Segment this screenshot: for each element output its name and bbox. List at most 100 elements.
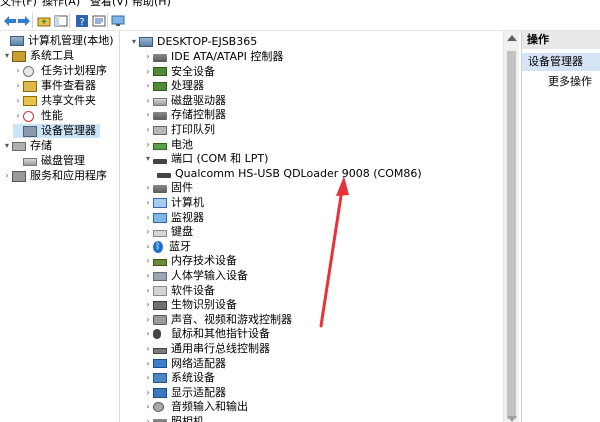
menu-help[interactable]: 帮助(H) <box>132 0 171 9</box>
chevron-down-icon[interactable]: ▾ <box>2 49 12 63</box>
forward-icon[interactable] <box>16 13 32 28</box>
device-category[interactable]: › 内存技术设备 <box>143 254 237 268</box>
chevron-right-icon[interactable]: › <box>143 65 153 79</box>
more-actions-link[interactable]: 更多操作 <box>548 75 592 89</box>
device-label: 鼠标和其他指针设备 <box>171 327 270 341</box>
scroll-up-icon[interactable] <box>507 35 517 41</box>
properties-icon[interactable] <box>91 13 107 28</box>
tree-item-label: 系统工具 <box>30 49 74 62</box>
chevron-right-icon[interactable]: › <box>143 313 153 327</box>
device-root[interactable]: ▾ DESKTOP-EJSB365 <box>129 35 257 49</box>
chevron-right-icon[interactable]: › <box>143 269 153 283</box>
device-category[interactable]: › 音频输入和输出 <box>143 400 248 414</box>
chevron-right-icon[interactable]: › <box>143 225 153 239</box>
device-child-item[interactable]: Qualcomm HS-USB QDLoader 9008 (COM86) <box>157 167 422 181</box>
device-category[interactable]: › 显示适配器 <box>143 386 226 400</box>
device-category[interactable]: › 固件 <box>143 181 193 195</box>
chevron-right-icon[interactable]: › <box>143 181 153 195</box>
help-icon[interactable]: ? <box>74 13 90 28</box>
show-hide-tree-icon[interactable] <box>53 13 69 28</box>
device-category[interactable]: › 软件设备 <box>143 284 215 298</box>
device-label: 声音、视频和游戏控制器 <box>171 312 292 326</box>
tree-item-device-manager[interactable]: 设备管理器 <box>13 124 100 138</box>
device-label: 人体学输入设备 <box>171 269 248 282</box>
device-category[interactable]: › 打印队列 <box>143 123 215 137</box>
tree-item-computer-management[interactable]: 计算机管理(本地) <box>0 34 114 48</box>
device-label: 监视器 <box>171 210 204 224</box>
system-tools-icon <box>12 50 26 62</box>
tree-item-system-tools[interactable]: ▾ 系统工具 <box>2 49 74 63</box>
chevron-right-icon[interactable]: › <box>13 79 23 93</box>
chevron-right-icon[interactable]: › <box>143 400 153 414</box>
chevron-right-icon[interactable]: › <box>2 169 12 183</box>
chevron-right-icon[interactable]: › <box>143 298 153 312</box>
chevron-right-icon[interactable]: › <box>143 138 153 152</box>
monitor-icon <box>153 212 167 223</box>
chevron-right-icon[interactable]: › <box>143 342 153 356</box>
menu-view[interactable]: 查看(V) <box>90 0 128 9</box>
device-category[interactable]: › 存储控制器 <box>143 108 226 122</box>
chevron-right-icon[interactable]: › <box>143 196 153 210</box>
scrollbar-thumb[interactable] <box>507 51 516 419</box>
chevron-right-icon[interactable]: › <box>143 123 153 137</box>
device-category[interactable]: › 声音、视频和游戏控制器 <box>143 313 292 327</box>
device-category[interactable]: › IDE ATA/ATAPI 控制器 <box>143 50 283 64</box>
device-category[interactable]: › 系统设备 <box>143 371 215 385</box>
menu-file[interactable]: 文件(F) <box>0 0 37 9</box>
vertical-scrollbar[interactable] <box>503 31 519 422</box>
chevron-right-icon[interactable]: › <box>13 109 23 123</box>
ide-controller-icon <box>153 54 167 62</box>
menu-action[interactable]: 操作(A) <box>42 0 80 9</box>
chevron-right-icon[interactable]: › <box>143 357 153 371</box>
device-category[interactable]: › 键盘 <box>143 225 193 239</box>
scroll-down-icon[interactable] <box>507 416 517 422</box>
device-category[interactable]: › 磁盘驱动器 <box>143 94 226 108</box>
chevron-down-icon[interactable]: ▾ <box>2 139 12 153</box>
chevron-right-icon[interactable]: › <box>13 64 23 78</box>
device-category[interactable]: › 监视器 <box>143 211 204 225</box>
device-label: 端口 (COM 和 LPT) <box>171 152 269 166</box>
device-category[interactable]: › 照相机 <box>143 415 204 422</box>
device-category[interactable]: › 电池 <box>143 138 193 152</box>
tree-item-label: 共享文件夹 <box>41 94 96 107</box>
chevron-right-icon[interactable]: › <box>143 94 153 108</box>
tree-item-disk-management[interactable]: 磁盘管理 <box>13 154 85 168</box>
device-category[interactable]: › 计算机 <box>143 196 204 210</box>
tree-item-shared-folders[interactable]: › 共享文件夹 <box>13 94 96 108</box>
chevron-right-icon[interactable]: › <box>143 211 153 225</box>
chevron-right-icon[interactable]: › <box>143 386 153 400</box>
chevron-right-icon[interactable]: › <box>143 254 153 268</box>
tree-item-services-apps[interactable]: › 服务和应用程序 <box>2 169 107 183</box>
device-category[interactable]: › 安全设备 <box>143 65 215 79</box>
tree-item-event-viewer[interactable]: › 事件查看器 <box>13 79 96 93</box>
print-queue-icon <box>153 125 167 135</box>
monitor-icon[interactable] <box>110 13 126 28</box>
device-category[interactable]: ▾ 端口 (COM 和 LPT) <box>143 152 268 166</box>
device-category[interactable]: › ᛒ 蓝牙 <box>143 240 191 254</box>
chevron-right-icon[interactable]: › <box>143 79 153 93</box>
device-category[interactable]: › 通用串行总线控制器 <box>143 342 270 356</box>
tree-item-performance[interactable]: › 性能 <box>13 109 63 123</box>
chevron-down-icon[interactable]: ▾ <box>129 35 139 49</box>
device-category[interactable]: › 鼠标和其他指针设备 <box>143 327 270 341</box>
performance-icon <box>23 110 34 122</box>
chevron-right-icon[interactable]: › <box>143 108 153 122</box>
chevron-down-icon[interactable]: ▾ <box>143 152 153 166</box>
device-label: 蓝牙 <box>169 239 191 253</box>
chevron-right-icon[interactable]: › <box>143 415 153 422</box>
chevron-right-icon[interactable]: › <box>13 94 23 108</box>
chevron-right-icon[interactable]: › <box>143 284 153 298</box>
chevron-right-icon[interactable]: › <box>143 50 153 64</box>
chevron-right-icon[interactable]: › <box>143 240 153 254</box>
tree-item-label: 计算机管理(本地) <box>28 34 114 47</box>
chevron-right-icon[interactable]: › <box>143 371 153 385</box>
chevron-right-icon[interactable]: › <box>143 327 153 341</box>
device-category[interactable]: › 网络适配器 <box>143 357 226 371</box>
up-folder-icon[interactable] <box>36 13 52 28</box>
device-category[interactable]: › 处理器 <box>143 79 204 93</box>
tree-item-storage[interactable]: ▾ 存储 <box>2 139 52 153</box>
device-category[interactable]: › 生物识别设备 <box>143 298 237 312</box>
device-category[interactable]: › 人体学输入设备 <box>143 269 248 283</box>
actions-section-device-manager[interactable]: 设备管理器 <box>522 53 600 71</box>
tree-item-task-scheduler[interactable]: › 任务计划程序 <box>13 64 107 78</box>
